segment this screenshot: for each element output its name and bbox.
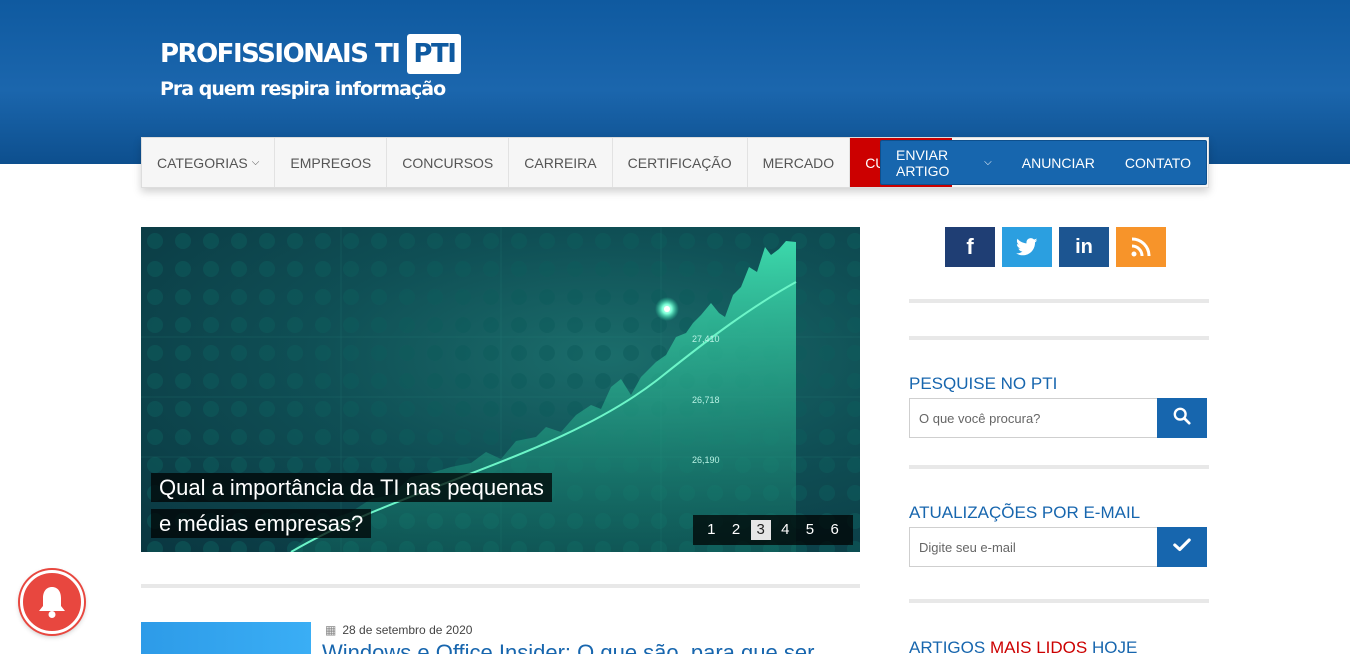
chevron-down-icon: ⌵	[251, 157, 260, 168]
search-icon	[1173, 407, 1191, 425]
nav-item-contato[interactable]: CONTATO	[1110, 140, 1206, 185]
logo-badge: PTI	[407, 34, 462, 74]
social-links: f in	[945, 227, 1166, 267]
linkedin-icon[interactable]: in	[1059, 227, 1109, 267]
nav-item-enviar-artigo[interactable]: ENVIAR ARTIGO ⌵	[881, 140, 1007, 185]
search-form	[909, 398, 1207, 438]
calendar-icon: ▦	[325, 623, 337, 637]
notification-bell-button[interactable]	[20, 570, 84, 634]
sidebar-divider	[909, 336, 1209, 340]
post-title-link[interactable]: Windows e Office Insider: O que são, par…	[322, 640, 832, 654]
secondary-menu: ENVIAR ARTIGO ⌵ ANUNCIAR CONTATO	[880, 140, 1207, 185]
search-input[interactable]	[909, 398, 1157, 438]
chart-tick-label: 26,718	[692, 395, 720, 405]
nav-item-anunciar[interactable]: ANUNCIAR	[1007, 140, 1110, 185]
chart-tick-label: 26,190	[692, 455, 720, 465]
site-tagline: Pra quem respira informação	[160, 78, 446, 100]
slider-page-2[interactable]: 2	[726, 520, 746, 540]
sidebar-divider	[909, 299, 1209, 303]
slider-page-6[interactable]: 6	[825, 520, 845, 540]
nav-item-empregos[interactable]: EMPREGOS	[275, 138, 388, 187]
nav-item-certificacao[interactable]: CERTIFICAÇÃO	[613, 138, 748, 187]
nav-item-mercado[interactable]: MERCADO	[748, 138, 851, 187]
nav-item-categorias[interactable]: CATEGORIAS ⌵	[142, 138, 276, 187]
chart-tick-label: 27,410	[692, 334, 720, 344]
sidebar-divider	[909, 465, 1209, 469]
email-widget-title: ATUALIZAÇÕES POR E-MAIL	[909, 503, 1141, 522]
slider-page-4[interactable]: 4	[775, 520, 795, 540]
twitter-icon[interactable]	[1002, 227, 1052, 267]
slider-page-3[interactable]: 3	[750, 520, 771, 540]
post-date: ▦ 28 de setembro de 2020	[325, 623, 473, 637]
nav-item-carreira[interactable]: CARREIRA	[509, 138, 613, 187]
main-navigation: CATEGORIAS ⌵ EMPREGOS CONCURSOS CARREIRA …	[141, 137, 1209, 188]
check-icon	[1173, 537, 1191, 551]
primary-menu: CATEGORIAS ⌵ EMPREGOS CONCURSOS CARREIRA …	[142, 138, 952, 187]
slider-page-5[interactable]: 5	[800, 520, 820, 540]
slider-pagination: 1 2 3 4 5 6	[693, 515, 853, 545]
search-button[interactable]	[1157, 398, 1207, 438]
site-logo[interactable]: PROFISSIONAIS TI PTI Pra quem respira in…	[160, 34, 462, 100]
rss-icon[interactable]	[1116, 227, 1166, 267]
nav-item-concursos[interactable]: CONCURSOS	[387, 138, 510, 187]
post-thumbnail[interactable]	[141, 622, 311, 654]
slider-page-1[interactable]: 1	[701, 520, 721, 540]
bell-icon	[39, 587, 65, 618]
chevron-down-icon: ⌵	[984, 157, 992, 168]
email-form	[909, 527, 1207, 567]
subscribe-button[interactable]	[1157, 527, 1207, 567]
slide-caption[interactable]: Qual a importância da TI nas pequenas e …	[151, 470, 553, 542]
facebook-icon[interactable]: f	[945, 227, 995, 267]
sidebar-divider	[909, 599, 1209, 603]
popular-widget-title: ARTIGOS MAIS LIDOS HOJE	[909, 638, 1138, 654]
logo-text: PROFISSIONAIS TI	[160, 39, 401, 69]
email-field[interactable]	[909, 527, 1157, 567]
content-divider	[141, 584, 860, 588]
search-widget-title: PESQUISE NO PTI	[909, 374, 1058, 393]
